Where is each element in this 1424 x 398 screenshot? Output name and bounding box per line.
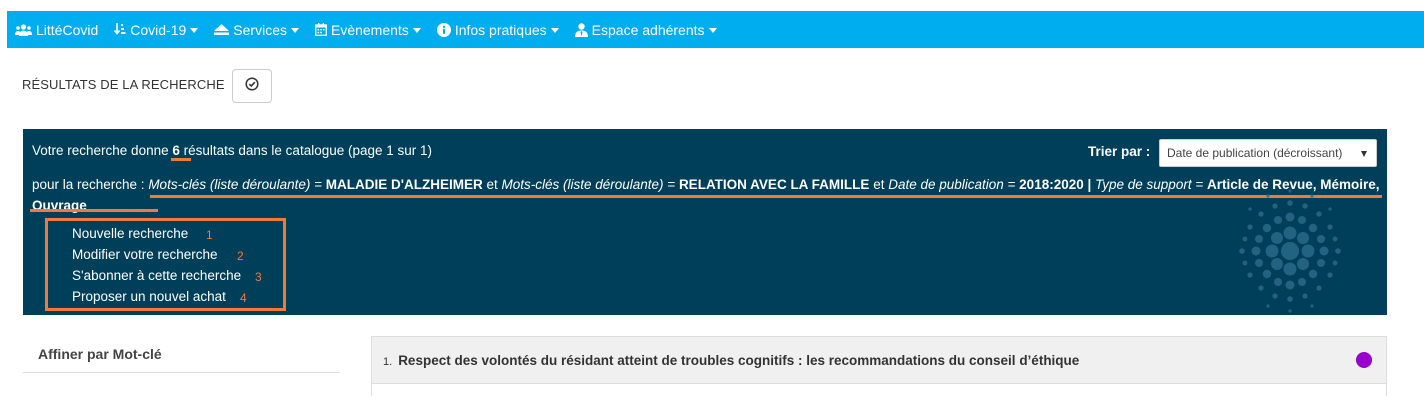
results-count: 6 [172,143,180,158]
sort-select[interactable]: Date de publication (décroissant) [1159,139,1377,167]
query-underline [150,195,1382,198]
result-title-link[interactable]: 1. Respect des volontés du résidant attei… [383,353,1079,368]
query-underline [30,209,158,212]
sort-select-value: Date de publication (décroissant) [1167,146,1343,160]
nav-label: Infos pratiques [454,21,547,38]
modify-search-link[interactable]: Modifier votre recherche [72,247,218,262]
nav-label: Services [233,21,287,38]
caret-down-icon [412,27,421,33]
watermark-logo [1239,189,1341,313]
nav-item-covid19[interactable]: Covid-19 [114,21,199,38]
propose-purchase-link[interactable]: Proposer un nouvel achat [72,289,226,304]
info-icon [436,22,451,37]
result-item: 1. Respect des volontés du résidant attei… [371,336,1387,398]
action-number: 3 [255,270,262,284]
action-number: 2 [237,249,244,263]
top-navbar: LittéCovid Covid-19 Services Evènements … [7,11,1424,48]
search-results-panel: Votre recherche donne 6 résultats dans l… [23,129,1387,315]
caret-down-icon [708,27,717,33]
action-number: 4 [240,291,247,305]
user-tie-icon [574,22,588,37]
facet-divider [23,372,340,373]
eject-icon [214,24,230,35]
count-underline [171,158,191,161]
nav-label: Evènements [330,21,409,38]
caret-down-icon [190,27,199,33]
sort-icon [114,23,126,36]
toggle-results-button[interactable] [232,69,272,103]
calendar-icon [315,23,327,36]
select-arrow-icon [1361,151,1367,157]
subscribe-search-link[interactable]: S'abonner à cette recherche [72,268,241,283]
nav-label: LittéCovid [36,21,99,38]
new-search-link[interactable]: Nouvelle recherche [72,226,188,241]
nav-item-services[interactable]: Services [214,22,299,38]
caret-down-icon [290,27,299,33]
nav-item-infos-pratiques[interactable]: Infos pratiques [436,21,559,38]
results-summary: Votre recherche donne 6 résultats dans l… [32,143,433,158]
sort-label: Trier par : [1088,144,1151,159]
nav-label: Covid-19 [130,21,187,38]
action-number: 1 [206,228,213,242]
facet-keyword-title[interactable]: Affiner par Mot-clé [38,346,162,362]
nav-item-evenements[interactable]: Evènements [315,22,421,38]
users-icon [15,23,32,36]
document-type-dot [1356,352,1372,368]
nav-item-littecovid[interactable]: LittéCovid [15,22,98,38]
nav-label: Espace adhérents [591,21,705,38]
nav-item-espace-adherents[interactable]: Espace adhérents [574,21,717,38]
check-circle-icon [245,76,259,96]
page-title: RÉSULTATS DE LA RECHERCHE [22,77,225,92]
result-body [372,384,1386,398]
result-index: 1. [383,356,393,368]
caret-down-icon [550,27,559,33]
